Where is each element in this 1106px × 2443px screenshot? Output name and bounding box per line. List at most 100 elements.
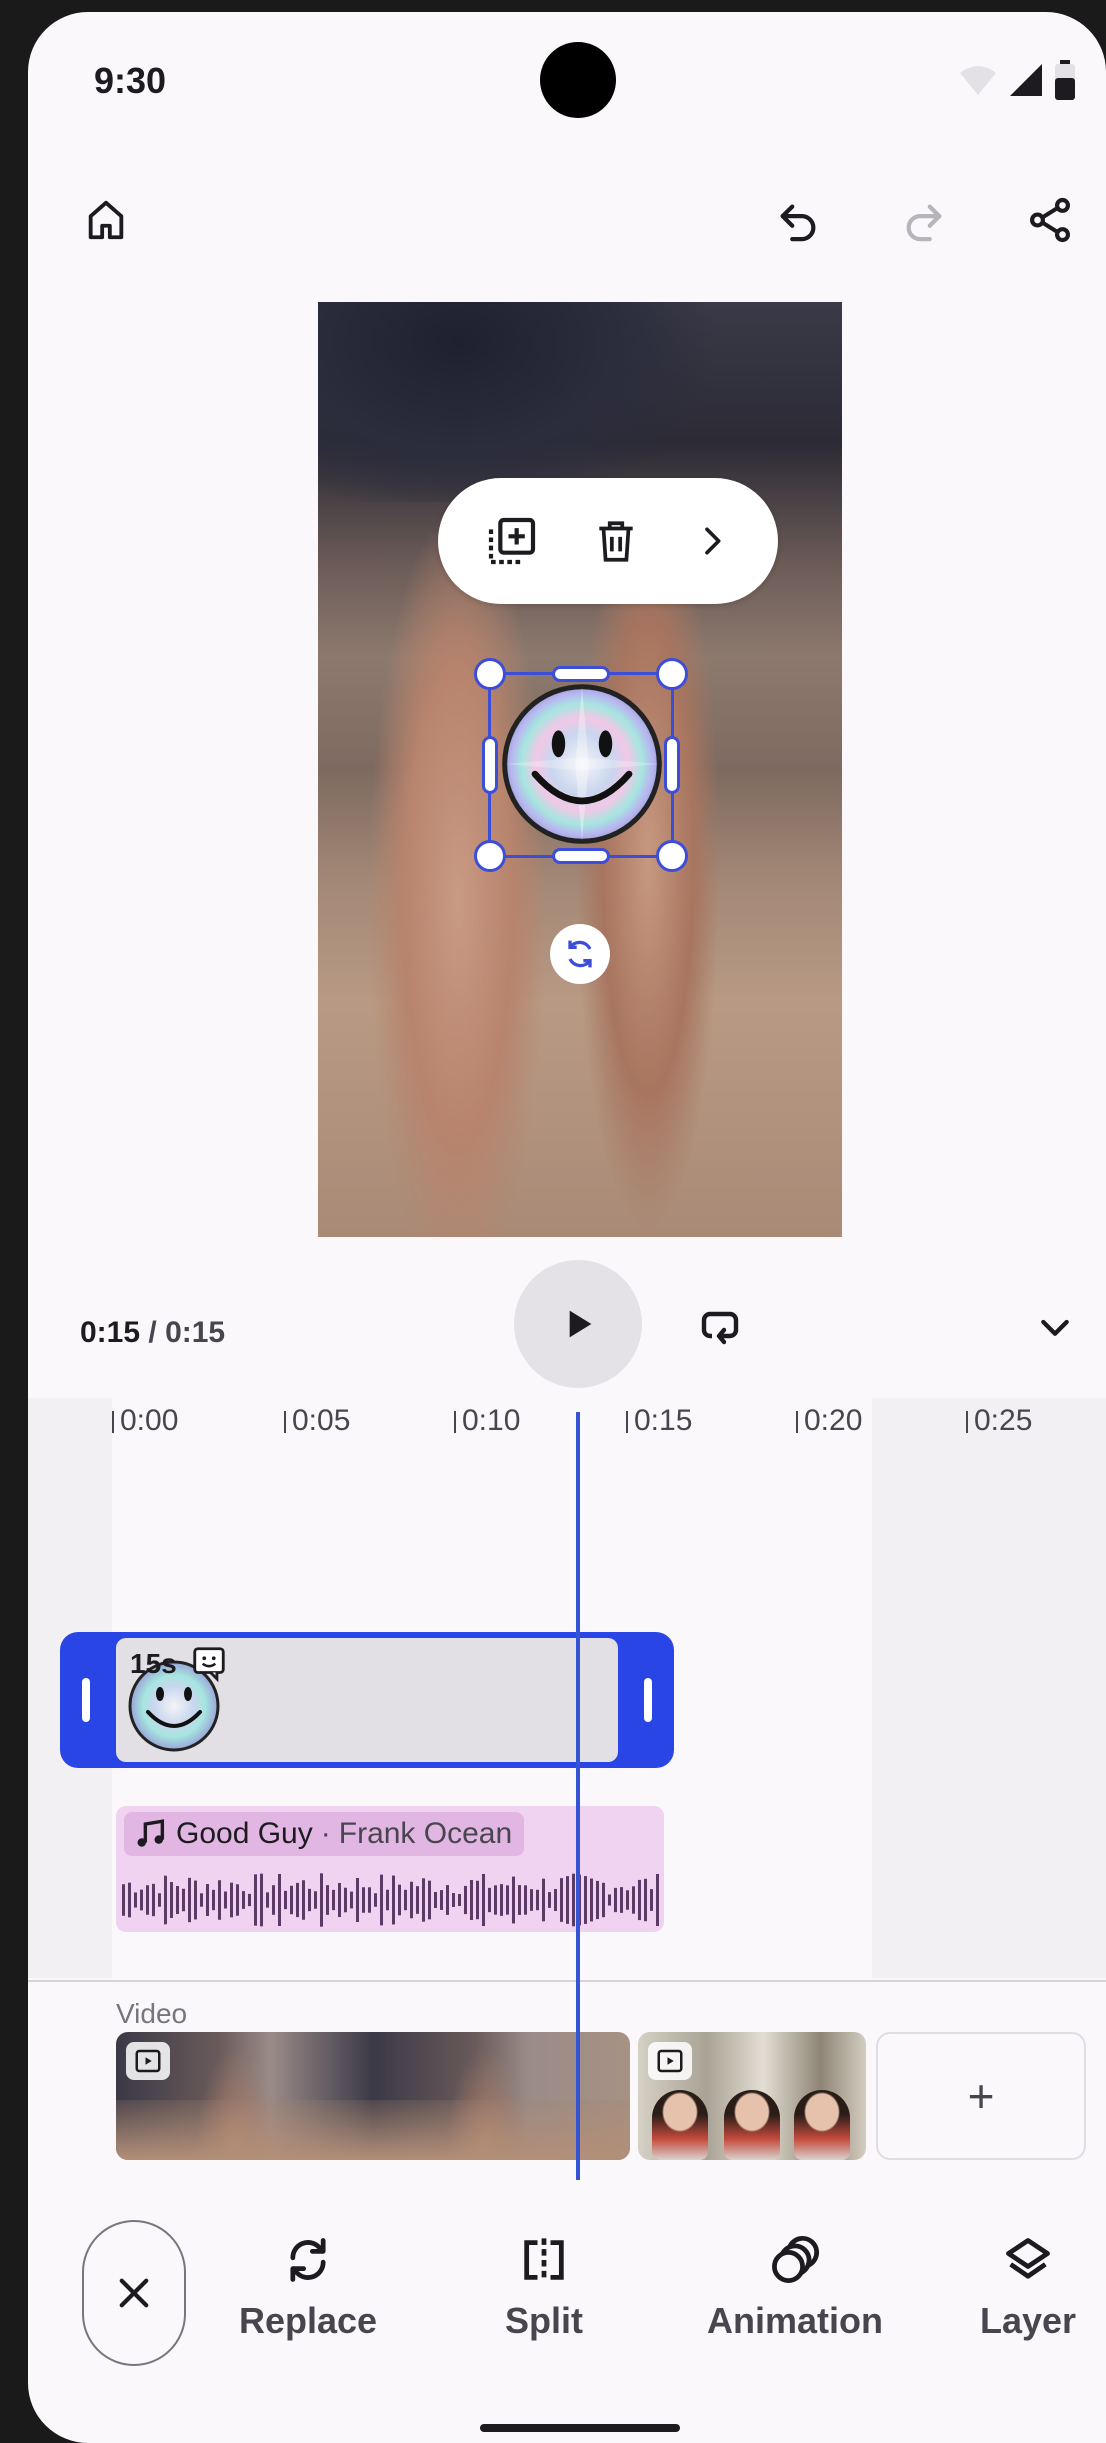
close-button[interactable] xyxy=(82,2220,186,2366)
waveform-bar xyxy=(248,1893,251,1907)
resize-handle-top-right[interactable] xyxy=(656,658,688,690)
waveform-bar xyxy=(608,1894,611,1906)
waveform-bar xyxy=(308,1888,311,1912)
selection-box[interactable] xyxy=(474,658,688,872)
trim-handle-right[interactable] xyxy=(644,1678,652,1722)
close-icon xyxy=(119,2278,149,2308)
waveform-bar xyxy=(218,1880,221,1920)
video-clip-portrait[interactable] xyxy=(638,2032,866,2160)
resize-handle-bottom[interactable] xyxy=(552,848,610,864)
ruler-tick: 0:25 xyxy=(966,1404,1032,1438)
waveform-bar xyxy=(650,1889,653,1911)
waveform-bar xyxy=(416,1886,419,1914)
waveform-bar xyxy=(344,1887,347,1913)
waveform-bar xyxy=(404,1889,407,1911)
waveform-bar xyxy=(368,1887,371,1913)
layer-button[interactable]: Layer xyxy=(968,2234,1088,2342)
waveform-bar xyxy=(530,1889,533,1911)
waveform-bar xyxy=(656,1873,659,1927)
waveform-bar xyxy=(434,1892,437,1908)
waveform-bar xyxy=(146,1885,149,1915)
waveform-bar xyxy=(128,1882,131,1918)
loop-button[interactable] xyxy=(692,1298,748,1354)
waveform-bar xyxy=(560,1878,563,1922)
playhead[interactable] xyxy=(576,1412,580,2180)
video-clip-badge xyxy=(126,2042,170,2080)
home-icon xyxy=(88,200,124,240)
waveform-bar xyxy=(134,1892,137,1908)
layer-label: Layer xyxy=(979,2300,1077,2341)
music-note-icon xyxy=(137,1819,165,1847)
waveform-bar xyxy=(152,1883,155,1917)
waveform-bar xyxy=(398,1884,401,1916)
add-clip-button[interactable]: + xyxy=(876,2032,1086,2160)
resize-handle-top-left[interactable] xyxy=(474,658,506,690)
waveform-bar xyxy=(518,1885,521,1915)
waveform-bar xyxy=(200,1893,203,1907)
home-button[interactable] xyxy=(76,190,136,250)
waveform-bar xyxy=(428,1880,431,1920)
waveform-bar xyxy=(554,1889,557,1911)
undo-button[interactable] xyxy=(768,190,828,250)
ruler-tick: 0:00 xyxy=(112,1404,178,1438)
redo-button[interactable] xyxy=(894,190,954,250)
video-clip-beach[interactable] xyxy=(116,2032,630,2160)
resize-handle-top[interactable] xyxy=(552,666,610,682)
split-icon xyxy=(524,2238,564,2282)
replace-icon xyxy=(290,2238,326,2282)
resize-handle-right[interactable] xyxy=(664,736,680,794)
waveform-bar xyxy=(362,1887,365,1913)
trim-handle-left[interactable] xyxy=(82,1678,90,1722)
track-divider xyxy=(28,1980,1106,1982)
chevron-down-icon xyxy=(1041,1319,1069,1336)
duplicate-button[interactable] xyxy=(484,513,540,569)
waveform-bar xyxy=(386,1889,389,1911)
collapse-button[interactable] xyxy=(1030,1302,1080,1352)
waveform-bar xyxy=(506,1885,509,1915)
time-readout: 0:15 / 0:15 xyxy=(80,1316,225,1350)
waveform-bar xyxy=(392,1875,395,1925)
split-button[interactable]: Split xyxy=(464,2234,624,2342)
delete-button[interactable] xyxy=(591,516,641,566)
waveform-bar xyxy=(548,1892,551,1908)
waveform-bar xyxy=(590,1878,593,1922)
waveform-bar xyxy=(602,1882,605,1918)
waveform-bar xyxy=(320,1873,323,1927)
home-indicator xyxy=(480,2424,680,2432)
waveform-bar xyxy=(380,1874,383,1926)
sticker-toolbar xyxy=(438,478,778,604)
waveform-bar xyxy=(458,1893,461,1907)
resize-handle-left[interactable] xyxy=(482,736,498,794)
current-time: 0:15 xyxy=(80,1316,141,1349)
wifi-icon xyxy=(960,66,996,95)
play-button[interactable] xyxy=(514,1260,642,1388)
waveform-bar xyxy=(284,1890,287,1910)
sticker-duration: 15s xyxy=(130,1648,177,1679)
waveform-bar xyxy=(326,1885,329,1915)
waveform-bar xyxy=(452,1893,455,1907)
animation-button[interactable]: Animation xyxy=(700,2234,890,2342)
waveform-bar xyxy=(236,1884,239,1916)
waveform-bar xyxy=(170,1882,173,1918)
waveform-bar xyxy=(644,1878,647,1922)
video-clip-icon xyxy=(135,2049,161,2073)
status-icons xyxy=(958,60,1076,100)
waveform-bar xyxy=(632,1886,635,1914)
resize-handle-bottom-left[interactable] xyxy=(474,840,506,872)
share-button[interactable] xyxy=(1020,190,1080,250)
replace-button[interactable]: Replace xyxy=(228,2234,388,2342)
resize-handle-bottom-right[interactable] xyxy=(656,840,688,872)
split-label: Split xyxy=(505,2300,583,2341)
waveform-bar xyxy=(410,1881,413,1919)
waveform-bar xyxy=(638,1879,641,1921)
ruler-tick: 0:15 xyxy=(626,1404,692,1438)
waveform-bar xyxy=(572,1873,575,1927)
video-track-label: Video xyxy=(116,1998,188,2029)
waveform-bar xyxy=(314,1891,317,1909)
loop-icon xyxy=(701,1311,739,1345)
waveform-bar xyxy=(242,1891,245,1909)
more-options-button[interactable] xyxy=(692,521,732,561)
rotate-handle[interactable] xyxy=(550,924,610,984)
share-icon xyxy=(1030,197,1070,243)
waveform-bar xyxy=(446,1885,449,1915)
